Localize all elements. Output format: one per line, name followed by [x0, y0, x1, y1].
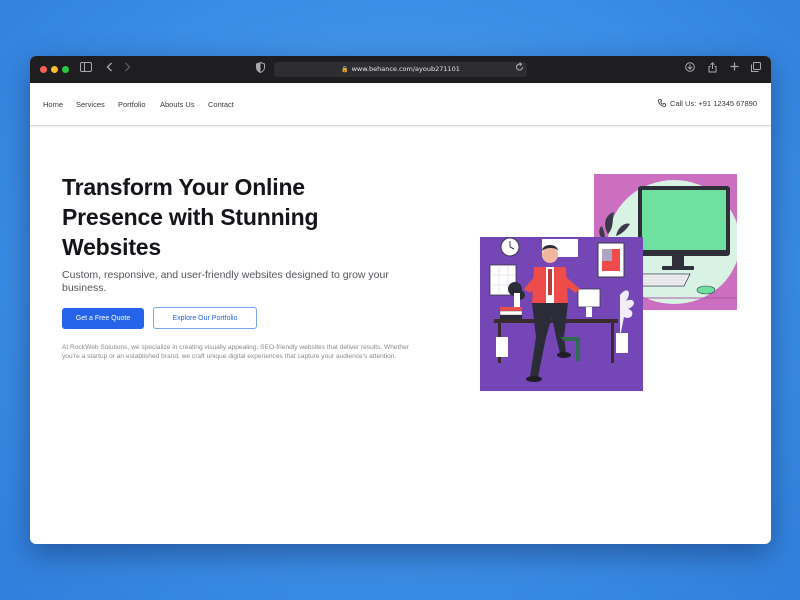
url-text: www.behance.com/ayoub271101	[351, 65, 460, 73]
nav-link-portfolio[interactable]: Portfolio	[118, 100, 146, 109]
tab-overview-icon[interactable]	[751, 62, 761, 72]
hero-title: Transform Your Online Presence with Stun…	[62, 174, 319, 260]
nav-link-about[interactable]: Abouts Us	[160, 100, 195, 109]
minimize-window-button[interactable]	[51, 66, 58, 73]
lock-icon: 🔒	[341, 66, 349, 73]
close-window-button[interactable]	[40, 66, 47, 73]
hero-subtitle: Custom, responsive, and user-friendly we…	[62, 269, 389, 294]
contact-phone[interactable]: Call Us: +91 12345 67890	[658, 99, 757, 108]
hero-description: At RockWeb Solutions, we specialize in c…	[62, 344, 409, 360]
privacy-shield-icon[interactable]	[256, 62, 265, 73]
download-icon[interactable]	[685, 62, 695, 72]
phone-icon	[658, 99, 666, 108]
designer-illustration	[480, 237, 643, 391]
nav-link-services[interactable]: Services	[76, 100, 105, 109]
back-icon[interactable]	[106, 62, 113, 72]
get-quote-button[interactable]: Get a Free Quote	[62, 308, 144, 329]
new-tab-icon[interactable]	[730, 62, 739, 71]
phone-text: Call Us: +91 12345 67890	[670, 99, 757, 108]
reload-icon[interactable]	[515, 62, 524, 72]
zoom-window-button[interactable]	[62, 66, 69, 73]
nav-link-contact[interactable]: Contact	[208, 100, 234, 109]
browser-window: 🔒 www.behance.com/ayoub271101 Home Servic…	[30, 56, 771, 544]
explore-portfolio-button[interactable]: Explore Our Portfolio	[153, 307, 257, 329]
share-icon[interactable]	[708, 62, 717, 73]
browser-titlebar: 🔒 www.behance.com/ayoub271101	[30, 56, 771, 83]
address-bar[interactable]: 🔒 www.behance.com/ayoub271101	[274, 62, 527, 77]
sidebar-toggle-icon[interactable]	[80, 62, 92, 72]
nav-link-home[interactable]: Home	[43, 100, 63, 109]
site-navbar: Home Services Portfolio Abouts Us Contac…	[30, 83, 771, 126]
forward-icon[interactable]	[124, 62, 131, 72]
